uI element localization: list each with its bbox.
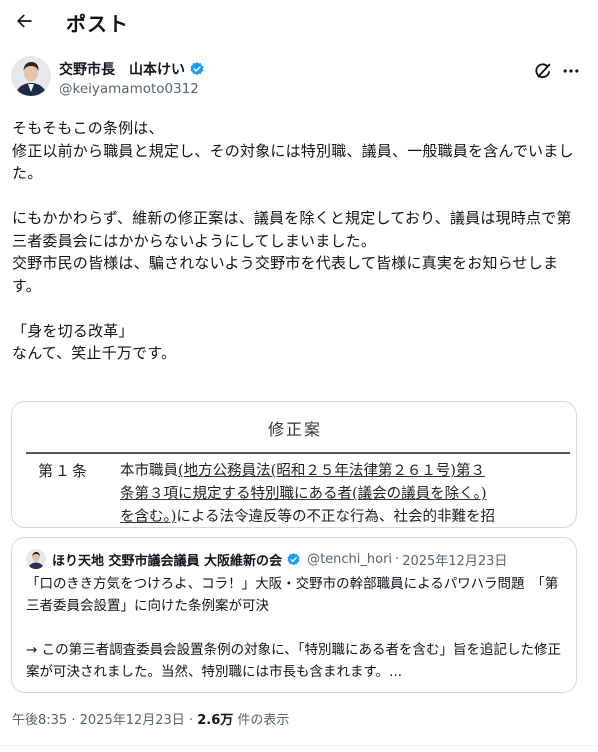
document-rule (26, 452, 570, 454)
post-text: そもそもこの条例は、 修正以前から職員と規定し、その対象には特別職、議員、一般職… (12, 119, 574, 362)
back-button[interactable] (9, 6, 39, 36)
more-dots-icon (563, 69, 579, 73)
more-options-button[interactable] (560, 60, 582, 82)
grok-button[interactable] (532, 60, 554, 82)
user-handle[interactable]: @keiyamamoto0312 (59, 81, 199, 97)
post-date[interactable]: 2025年12月23日 (80, 713, 185, 728)
grok-icon (535, 63, 551, 79)
divider (0, 745, 598, 746)
post-metadata: 午後8:35 · 2025年12月23日 · 2.6万 件の表示 (12, 709, 289, 728)
quoted-avatar (26, 549, 46, 569)
separator-dot: · (71, 713, 76, 728)
quoted-post[interactable]: ほり天地 交野市議会議員 大阪維新の会 @tenchi_hori · 2025年… (11, 537, 577, 693)
document-line-1: 本市職員(地方公務員法(昭和２５年法律第２６１号)第３ (120, 460, 576, 483)
post-time[interactable]: 午後8:35 (12, 713, 67, 728)
document-body: 本市職員(地方公務員法(昭和２５年法律第２６１号)第３ 条第３項に規定する特別職… (120, 460, 576, 527)
document-line-2-underlined: 条第３項に規定する特別職にある者(議会の議員を除く。) (120, 486, 487, 502)
post-author: 交野市長 山本けい @keiyamamoto0312 (11, 56, 586, 106)
arrow-left-icon (17, 14, 32, 28)
quoted-text: 「口のきき方気をつけろよ、コラ！」大阪・交野市の幹部職員によるパワハラ問題 「第… (26, 576, 561, 680)
quoted-display-name: ほり天地 交野市議会議員 大阪維新の会 (52, 553, 283, 569)
document-line-1-plain: 本市職員 (120, 463, 178, 479)
attached-image[interactable]: 修正案 第１条 本市職員(地方公務員法(昭和２５年法律第２６１号)第３ 条第３項… (11, 401, 577, 528)
document-heading: 修正案 (267, 420, 322, 439)
document-line-2: 条第３項に規定する特別職にある者(議会の議員を除く。) (120, 483, 576, 506)
document-line-1-underlined: (地方公務員法(昭和２５年法律第２６１号)第３ (178, 463, 485, 479)
document-line-3-plain: による法令違反等の不正な行為、社会的非難を招 (176, 509, 495, 525)
verified-badge-icon (287, 552, 300, 565)
document-line-3-underlined: を含む。) (120, 509, 177, 525)
view-count: 2.6万 (197, 713, 234, 728)
avatar[interactable] (11, 56, 51, 96)
view-label: 件の表示 (233, 713, 290, 728)
quoted-handle: @tenchi_hori (307, 551, 393, 567)
separator-dot: · (188, 713, 194, 728)
page-title: ポスト (66, 12, 129, 36)
document-line-3: を含む。)による法令違反等の不正な行為、社会的非難を招 (120, 506, 576, 527)
quoted-date: 2025年12月23日 (402, 553, 508, 569)
verified-badge-icon (190, 62, 204, 76)
top-bar: ポスト (0, 0, 598, 44)
separator-dot: · (395, 551, 400, 567)
document-article-number: 第１条 (38, 462, 90, 480)
display-name-text: 交野市長 山本けい (59, 62, 185, 78)
quoted-post-header: ほり天地 交野市議会議員 大阪維新の会 @tenchi_hori · 2025年… (26, 548, 507, 570)
display-name[interactable]: 交野市長 山本けい (59, 59, 205, 79)
